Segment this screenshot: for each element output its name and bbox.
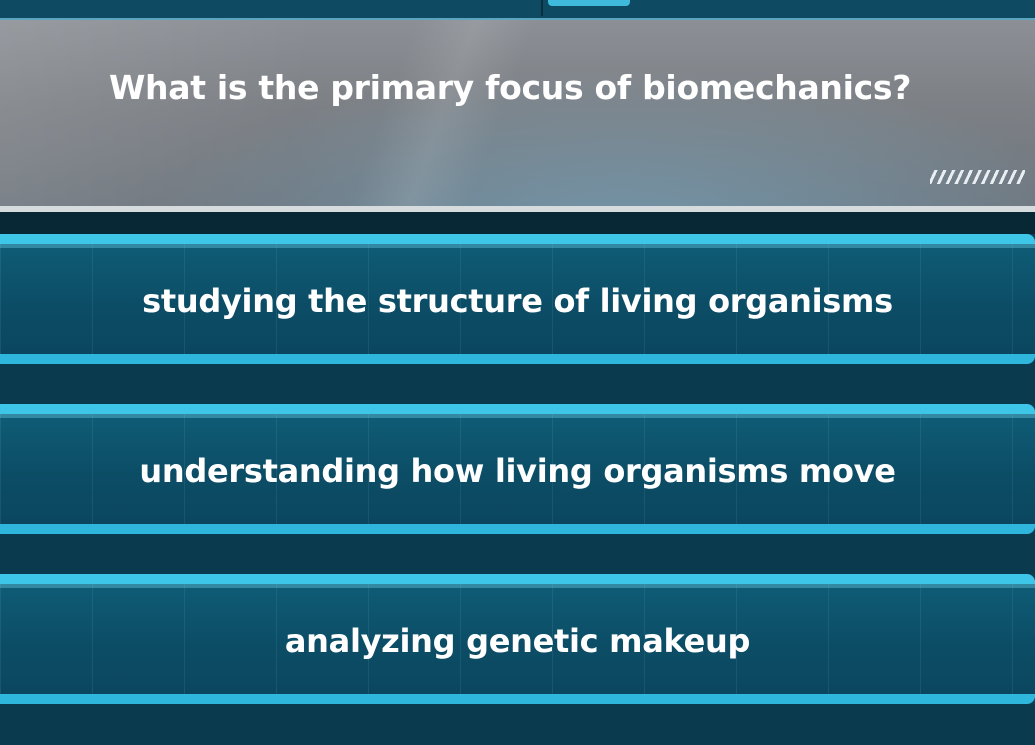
- answer-gap: [0, 364, 1035, 404]
- answer-option-label: analyzing genetic makeup: [284, 622, 751, 660]
- answer-option-label: understanding how living organisms move: [139, 452, 896, 490]
- answer-option-2[interactable]: understanding how living organisms move: [0, 404, 1035, 534]
- hatch-decoration-icon: [930, 170, 1025, 184]
- top-tab-indicator: [548, 0, 630, 6]
- question-panel: What is the primary focus of biomechanic…: [0, 20, 1035, 213]
- bottom-strip: [0, 704, 1035, 745]
- top-bar: [0, 0, 1035, 21]
- panel-shadow: [0, 212, 1035, 234]
- answer-gap: [0, 534, 1035, 574]
- top-divider: [541, 0, 543, 16]
- panel-shine: [339, 20, 541, 206]
- answer-option-label: studying the structure of living organis…: [142, 282, 893, 320]
- answer-option-3[interactable]: analyzing genetic makeup: [0, 574, 1035, 704]
- answer-option-1[interactable]: studying the structure of living organis…: [0, 234, 1035, 364]
- question-text: What is the primary focus of biomechanic…: [108, 68, 912, 107]
